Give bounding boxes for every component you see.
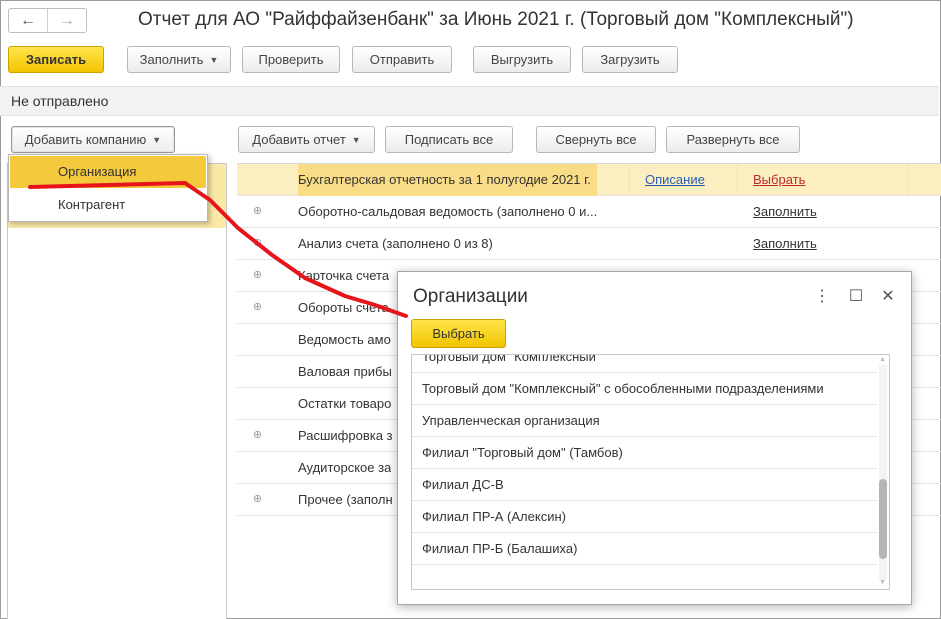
send-button[interactable]: Отправить (352, 46, 452, 73)
list-item[interactable]: Торговый дом "Комплексный" (412, 355, 877, 373)
report-name: Оборотно-сальдовая ведомость (заполнено … (298, 204, 598, 219)
list-item[interactable]: Филиал ПР-Б (Балашиха) (412, 533, 877, 565)
description-link[interactable]: Описание (645, 164, 705, 196)
import-button[interactable]: Загрузить (582, 46, 678, 73)
export-button[interactable]: Выгрузить (473, 46, 571, 73)
sign-all-button[interactable]: Подписать все (385, 126, 513, 153)
organizations-list: Торговый дом "Комплексный" Торговый дом … (411, 354, 890, 590)
add-report-button[interactable]: Добавить отчет ▼ (238, 126, 375, 153)
list-item[interactable]: Торговый дом "Комплексный" с обособленны… (412, 373, 877, 405)
report-name: Прочее (заполн (298, 492, 393, 507)
collapse-all-button[interactable]: Свернуть все (536, 126, 656, 153)
list-item[interactable]: Филиал ДС-В (412, 469, 877, 501)
save-button[interactable]: Записать (8, 46, 104, 73)
dropdown-caret-icon: ▼ (152, 134, 162, 145)
add-report-label: Добавить отчет (252, 132, 346, 147)
page-title: Отчет для АО "Райффайзенбанк" за Июнь 20… (138, 9, 854, 30)
column-divider (737, 164, 738, 196)
add-company-dropdown: Организация Контрагент (8, 154, 208, 222)
fill-button-label: Заполнить (139, 52, 204, 67)
report-name: Карточка счета (298, 268, 390, 283)
choose-button[interactable]: Выбрать (411, 319, 506, 348)
expand-plus-icon[interactable]: ⊕ (252, 430, 263, 441)
menu-item-counterparty[interactable]: Контрагент (10, 189, 206, 221)
fill-link[interactable]: Заполнить (753, 228, 817, 260)
add-company-label: Добавить компанию (24, 132, 147, 147)
expand-plus-icon[interactable]: ⊕ (252, 302, 263, 313)
report-name: Ведомость амо (298, 332, 391, 347)
dropdown-caret-icon: ▼ (209, 54, 219, 65)
choose-link[interactable]: Выбрать (753, 164, 805, 196)
expand-plus-icon[interactable]: ⊕ (252, 270, 263, 281)
list-item[interactable]: Филиал "Торговый дом" (Тамбов) (412, 437, 877, 469)
company-panel: " (7, 163, 227, 619)
organizations-dialog: Организации ⋮ ☐ ✕ Выбрать Торговый дом "… (397, 271, 912, 605)
column-divider (907, 164, 908, 196)
expand-plus-icon[interactable]: ⊕ (252, 238, 263, 249)
dropdown-caret-icon: ▼ (351, 134, 361, 145)
expand-plus-icon[interactable]: ⊕ (252, 494, 263, 505)
table-row[interactable]: ⊕ Оборотно-сальдовая ведомость (заполнен… (237, 196, 941, 228)
table-row[interactable]: ⊕ Анализ счета (заполнено 0 из 8) Заполн… (237, 228, 941, 260)
report-name: Обороты счета (298, 300, 389, 315)
more-options-icon[interactable]: ⋮ (813, 286, 831, 306)
scroll-up-icon[interactable]: ▲ (879, 356, 886, 363)
report-name: Остатки товаро (298, 396, 392, 411)
table-row[interactable]: Бухгалтерская отчетность за 1 полугодие … (237, 164, 941, 196)
maximize-icon[interactable]: ☐ (847, 286, 865, 306)
menu-item-organization[interactable]: Организация (10, 156, 206, 188)
report-name: Анализ счета (заполнено 0 из 8) (298, 236, 493, 251)
column-divider (629, 164, 630, 196)
report-name: Аудиторское за (298, 460, 392, 475)
list-scrollbar[interactable] (879, 365, 887, 580)
dialog-title: Организации (413, 286, 528, 307)
list-item[interactable]: Филиал ПР-А (Алексин) (412, 501, 877, 533)
close-icon[interactable]: ✕ (879, 286, 897, 306)
report-name: Расшифровка з (298, 428, 393, 443)
expand-plus-icon[interactable]: ⊕ (252, 206, 263, 217)
forward-arrow-icon[interactable]: → (47, 9, 86, 32)
report-name: Валовая прибы (298, 364, 392, 379)
add-company-button[interactable]: Добавить компанию ▼ (11, 126, 175, 153)
expand-all-button[interactable]: Развернуть все (666, 126, 800, 153)
back-arrow-icon[interactable]: ← (9, 9, 47, 32)
scrollbar-thumb[interactable] (879, 479, 887, 559)
check-button[interactable]: Проверить (242, 46, 340, 73)
fill-button[interactable]: Заполнить ▼ (127, 46, 231, 73)
scroll-down-icon[interactable]: ▼ (879, 579, 886, 586)
navigation-buttons: ← → (8, 8, 87, 33)
list-item[interactable]: Управленческая организация (412, 405, 877, 437)
report-name: Бухгалтерская отчетность за 1 полугодие … (298, 164, 597, 196)
status-bar: Не отправлено (0, 86, 939, 116)
fill-link[interactable]: Заполнить (753, 196, 817, 228)
